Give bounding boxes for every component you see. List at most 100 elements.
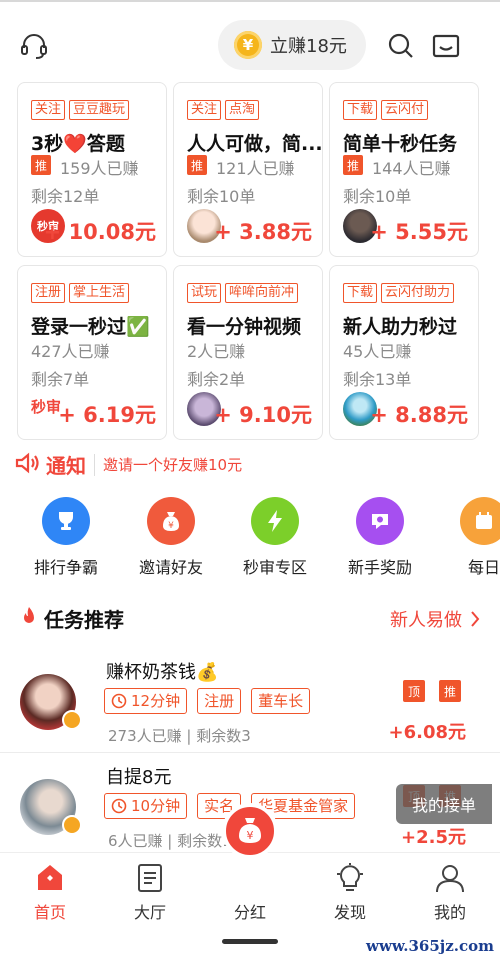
quick-nav-instant-review[interactable]: 秒审专区 bbox=[235, 497, 315, 578]
card-tag: 云闪付助力 bbox=[381, 283, 455, 303]
task-card[interactable]: 下载 云闪付 简单十秒任务 推 144人已赚 剩余10单 + 5.55元 bbox=[329, 82, 479, 257]
quick-nav-label: 每日 bbox=[467, 558, 500, 577]
notice-text: 邀请一个好友赚10元 bbox=[103, 456, 243, 474]
notice-divider bbox=[94, 453, 95, 476]
task-card[interactable]: 下载 云闪付助力 新人助力秒过 45人已赚 剩余13单 + 8.88元 bbox=[329, 265, 479, 440]
section-more-link[interactable]: 新人易做 bbox=[390, 606, 480, 632]
card-price: + 8.88元 bbox=[370, 403, 468, 427]
quick-nav-label: 邀请好友 bbox=[138, 558, 203, 577]
customer-service-icon[interactable] bbox=[18, 30, 50, 62]
quick-nav-label: 新手奖励 bbox=[347, 558, 412, 577]
card-earned-count: 45人已赚 bbox=[343, 342, 412, 361]
tab-home[interactable]: 首页 bbox=[0, 853, 100, 923]
task-time-tag: 12分钟 bbox=[104, 688, 188, 714]
card-remaining: 剩余7单 bbox=[31, 370, 90, 389]
lightbulb-icon bbox=[333, 861, 367, 895]
recommend-badge: 推 bbox=[343, 155, 363, 175]
quick-nav-invite[interactable]: ¥ 邀请好友 bbox=[131, 497, 211, 578]
card-price: + 10.08元 bbox=[43, 220, 156, 244]
task-card[interactable]: 关注 点淘 人人可做，简... 推 121人已赚 剩余10单 + 3.88元 bbox=[173, 82, 323, 257]
quick-nav-label: 秒审专区 bbox=[242, 558, 307, 577]
money-bag-icon: ¥ bbox=[239, 818, 261, 843]
chevron-right-icon bbox=[470, 610, 480, 628]
tab-discover[interactable]: 发现 bbox=[300, 853, 400, 923]
tab-mine[interactable]: 我的 bbox=[400, 853, 500, 923]
list-divider bbox=[0, 752, 500, 753]
card-tag: 试玩 bbox=[187, 283, 222, 303]
list-icon bbox=[133, 861, 167, 895]
clock-icon bbox=[111, 693, 127, 709]
coin-icon: ¥ bbox=[234, 31, 262, 59]
lightning-icon bbox=[251, 497, 299, 545]
clock-icon bbox=[111, 798, 127, 814]
task-price: +2.5元 bbox=[401, 827, 466, 848]
recommend-badge: 推 bbox=[31, 155, 51, 175]
quick-nav-label: 排行争霸 bbox=[33, 558, 98, 577]
home-icon bbox=[33, 861, 67, 895]
card-tag: 哞哞向前冲 bbox=[225, 283, 299, 303]
card-title: 新人助力秒过 bbox=[343, 316, 458, 338]
svg-text:¥: ¥ bbox=[247, 829, 254, 842]
card-title: 简单十秒任务 bbox=[343, 133, 458, 155]
task-card[interactable]: 关注 豆豆趣玩 3秒❤️答题 推 159人已赚 剩余12单 秒审 + 10.08… bbox=[17, 82, 167, 257]
home-indicator bbox=[222, 939, 278, 944]
card-price: + 3.88元 bbox=[214, 220, 312, 244]
quick-nav-daily[interactable]: 每日 bbox=[444, 497, 500, 578]
task-tag: 注册 bbox=[197, 688, 242, 714]
card-earned-count: 427人已赚 bbox=[31, 342, 110, 361]
card-price: + 9.10元 bbox=[214, 403, 312, 427]
card-tag: 豆豆趣玩 bbox=[69, 100, 130, 120]
tab-dividend[interactable]: 分红 bbox=[200, 853, 300, 923]
task-tag: 董车长 bbox=[251, 688, 311, 714]
earn-pill-button[interactable]: ¥ 立赚18元 bbox=[218, 20, 366, 70]
top-badge: 顶 bbox=[403, 680, 425, 702]
my-orders-button[interactable]: 我的接单 bbox=[396, 784, 492, 824]
notice-bar[interactable]: 通知 邀请一个好友赚10元 bbox=[14, 450, 242, 479]
card-tag: 关注 bbox=[187, 100, 222, 120]
svg-text:¥: ¥ bbox=[168, 521, 174, 531]
card-earned-count: 121人已赚 bbox=[216, 159, 295, 178]
card-price: + 5.55元 bbox=[370, 220, 468, 244]
card-title: 3秒❤️答题 bbox=[31, 133, 125, 155]
tab-hall[interactable]: 大厅 bbox=[100, 853, 200, 923]
task-card[interactable]: 注册 掌上生活 登录一秒过✅ 427人已赚 剩余7单 秒审 + 6.19元 bbox=[17, 265, 167, 440]
task-card[interactable]: 试玩 哞哞向前冲 看一分钟视频 2人已赚 剩余2单 + 9.10元 bbox=[173, 265, 323, 440]
task-time-tag: 10分钟 bbox=[104, 793, 188, 819]
card-price: + 6.19元 bbox=[58, 403, 156, 427]
quick-nav-ranking[interactable]: 排行争霸 bbox=[26, 497, 106, 578]
card-remaining: 剩余10单 bbox=[187, 187, 256, 206]
task-price: +6.08元 bbox=[388, 722, 467, 743]
card-remaining: 剩余12单 bbox=[31, 187, 100, 206]
quick-nav-newbie-reward[interactable]: 新手奖励 bbox=[340, 497, 420, 578]
vip-gem-icon bbox=[62, 815, 82, 835]
speaker-icon bbox=[14, 451, 40, 479]
tab-label: 首页 bbox=[33, 903, 66, 922]
dividend-center-button[interactable]: ¥ bbox=[222, 803, 278, 859]
message-icon[interactable] bbox=[430, 30, 462, 62]
task-meta: 6人已赚 | 剩余数1 bbox=[108, 832, 232, 850]
card-tag: 点淘 bbox=[225, 100, 260, 120]
recommend-badge: 推 bbox=[187, 155, 207, 175]
card-remaining: 剩余10单 bbox=[343, 187, 412, 206]
top-border bbox=[0, 0, 500, 2]
card-remaining: 剩余13单 bbox=[343, 370, 412, 389]
card-tag: 云闪付 bbox=[381, 100, 429, 120]
card-earned-count: 2人已赚 bbox=[187, 342, 246, 361]
task-name: 自提8元 bbox=[106, 767, 172, 788]
money-bag-icon: ¥ bbox=[147, 497, 195, 545]
card-earned-count: 159人已赚 bbox=[60, 159, 139, 178]
trophy-icon bbox=[42, 497, 90, 545]
task-list-item[interactable]: 赚杯奶茶钱💰 12分钟 注册 董车长 273人已赚 | 剩余数3 顶 推 +6.… bbox=[0, 650, 500, 750]
tab-label: 发现 bbox=[333, 903, 366, 922]
card-remaining: 剩余2单 bbox=[187, 370, 246, 389]
search-icon[interactable] bbox=[385, 30, 417, 62]
watermark: www.365jz.com bbox=[366, 937, 494, 955]
tab-label: 分红 bbox=[233, 903, 266, 922]
recommend-badge: 推 bbox=[439, 680, 461, 702]
earn-label: 立赚18元 bbox=[270, 36, 347, 57]
task-name: 赚杯奶茶钱💰 bbox=[106, 662, 219, 683]
section-title: 任务推荐 bbox=[20, 604, 124, 633]
user-icon bbox=[433, 861, 467, 895]
card-tag: 下载 bbox=[343, 100, 378, 120]
section-more-label: 新人易做 bbox=[390, 610, 462, 631]
